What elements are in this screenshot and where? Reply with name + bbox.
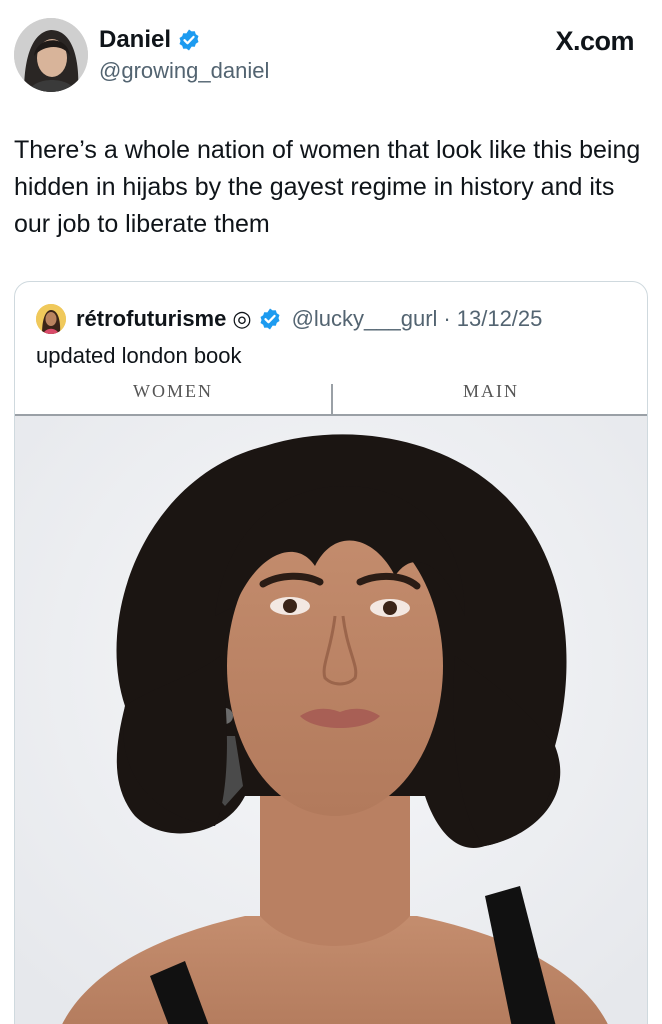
quoted-tweet-card[interactable]: rétrofuturisme ◎ @lucky___gurl · 13/12/2… xyxy=(14,281,648,1024)
profile-photo-icon xyxy=(14,18,88,92)
quoted-tweet-date[interactable]: 13/12/25 xyxy=(457,306,543,332)
author-display-name[interactable]: Daniel xyxy=(99,26,171,54)
media-nav-strip: WOMEN MAIN xyxy=(15,384,647,416)
tweet-text: There’s a whole nation of women that loo… xyxy=(14,136,641,238)
author-avatar[interactable] xyxy=(14,18,88,92)
header-separator: · xyxy=(443,306,451,331)
quoted-tweet-header: rétrofuturisme ◎ @lucky___gurl · 13/12/2… xyxy=(36,304,542,334)
media-nav-divider xyxy=(331,384,333,416)
brand-logo: X.com xyxy=(555,26,634,56)
portrait-photo-icon xyxy=(15,416,647,1024)
spiral-emoji-icon: ◎ xyxy=(232,306,252,331)
author-block: Daniel @growing_daniel xyxy=(99,26,269,85)
media-nav-main: MAIN xyxy=(463,384,519,401)
quoted-tweet-media[interactable]: WOMEN MAIN xyxy=(15,384,647,1024)
profile-photo-icon xyxy=(36,304,66,334)
quoted-author-handle[interactable]: @lucky___gurl xyxy=(292,306,438,332)
quoted-tweet-text: updated london book xyxy=(36,343,242,368)
quoted-author-name[interactable]: rétrofuturisme xyxy=(76,306,226,332)
media-nav-women: WOMEN xyxy=(133,384,213,401)
verified-badge-icon xyxy=(179,29,199,51)
quoted-author-avatar[interactable] xyxy=(36,304,66,334)
author-handle[interactable]: @growing_daniel xyxy=(99,57,269,85)
verified-badge-icon xyxy=(260,308,280,330)
